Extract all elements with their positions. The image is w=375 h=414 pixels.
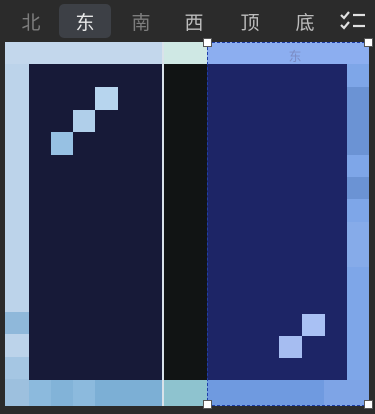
resize-handle-bottom-right[interactable] [364,400,373,409]
right-face-texture[interactable] [207,42,369,406]
resize-handle-top-left[interactable] [203,38,212,47]
pixel-highlight [95,87,118,110]
pixel-highlight [279,336,302,358]
tab-bottom[interactable]: 底 [284,4,326,38]
tab-east[interactable]: 东 [59,4,111,38]
shade-pixel [324,380,369,406]
left-face-top-edge [5,42,164,64]
resize-handle-top-right[interactable] [364,38,373,47]
middle-strip[interactable] [164,42,207,406]
checklist-icon[interactable] [340,10,366,32]
left-face-texture[interactable] [5,42,164,406]
middle-strip-bottom [164,380,207,406]
pixel-highlight [73,110,95,132]
tab-north[interactable]: 北 [14,4,48,38]
middle-strip-top [164,42,207,64]
shade-pixel [5,379,29,406]
shade-pixel [5,357,29,379]
shade-pixel [347,222,369,267]
tab-top[interactable]: 顶 [228,4,272,38]
pixel-highlight [302,314,325,336]
shade-pixel [347,177,369,199]
selected-face-label: 东 [288,50,302,65]
tab-west[interactable]: 西 [173,4,215,38]
resize-handle-bottom-left[interactable] [203,400,212,409]
right-face-inner [207,64,347,380]
pixel-highlight [51,132,73,155]
texture-canvas[interactable]: 东 [5,42,369,406]
middle-strip-fill [164,42,207,406]
face-tab-bar: 北 东 南 西 顶 底 [0,0,375,40]
shade-pixel [95,380,164,406]
left-face-inner [29,64,164,380]
tab-south[interactable]: 南 [122,4,160,38]
shade-pixel [5,312,29,334]
shade-pixel [51,380,73,406]
shade-pixel [347,87,369,155]
